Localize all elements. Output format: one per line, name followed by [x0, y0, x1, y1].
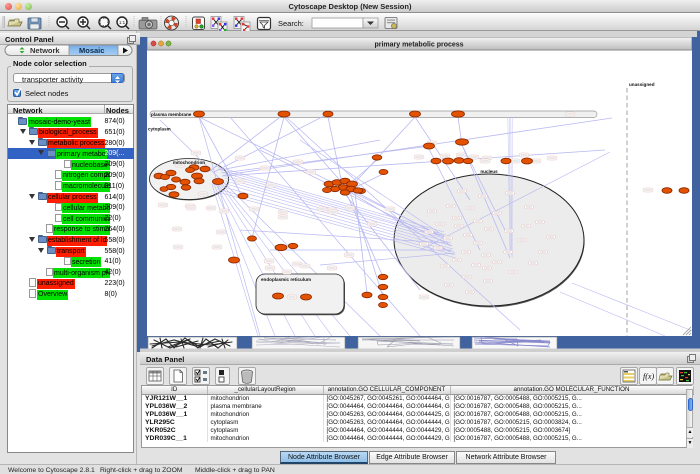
svg-text:Network: Network: [30, 46, 60, 55]
svg-text:nucleus: nucleus: [480, 169, 498, 174]
svg-text:f(x): f(x): [643, 372, 654, 381]
svg-text:1:1: 1:1: [119, 20, 126, 25]
svg-text:primary metabolic process: primary metabolic process: [374, 42, 463, 49]
svg-text:mitochondrion: mitochondrion: [173, 160, 205, 165]
svg-text:endoplasmic reticulum: endoplasmic reticulum: [261, 277, 311, 282]
svg-text:unassigned: unassigned: [629, 82, 655, 87]
svg-text:Search:: Search:: [278, 19, 304, 28]
svg-text:Mosaic: Mosaic: [79, 46, 104, 55]
svg-text:plasma membrane: plasma membrane: [151, 112, 192, 117]
svg-text:cytoplasm: cytoplasm: [148, 127, 171, 132]
